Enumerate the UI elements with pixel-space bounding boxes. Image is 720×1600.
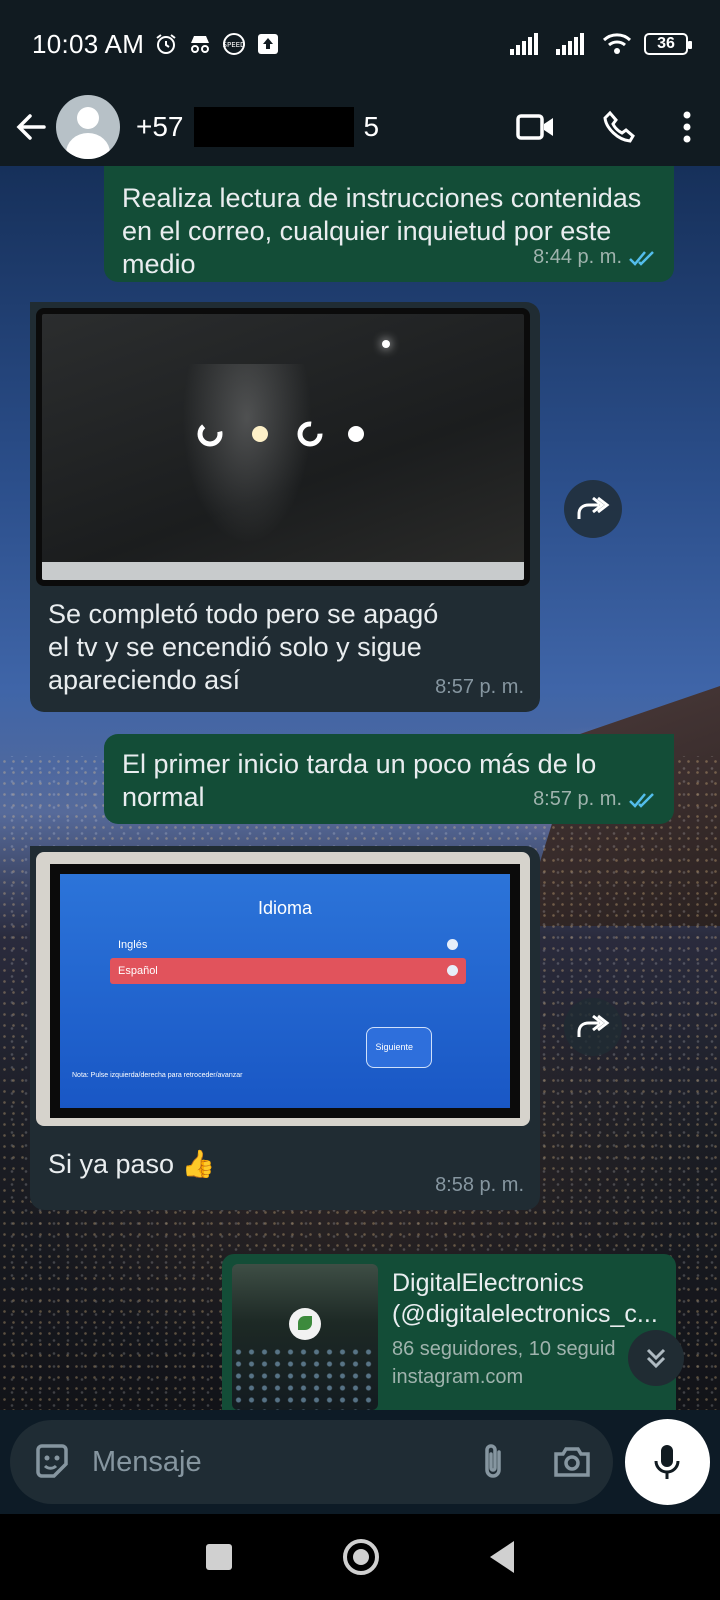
photo-floor <box>42 562 524 580</box>
message-photo[interactable] <box>36 308 530 586</box>
status-icons: SPEED <box>154 32 280 56</box>
phone-call-icon[interactable] <box>602 110 636 144</box>
link-thumbnail <box>232 1264 378 1410</box>
check-icon <box>447 965 458 976</box>
message-time: 8:58 p. m. <box>435 1174 524 1196</box>
tv-option-selected: Español <box>110 958 466 984</box>
link-description: 86 seguidores, 10 seguid <box>392 1338 616 1360</box>
header-actions <box>516 110 706 144</box>
tv-frame: Idioma Inglés Español Siguiente Nota: Pu… <box>50 864 520 1118</box>
redacted-number <box>193 107 354 147</box>
read-ticks-icon <box>629 250 654 266</box>
back-arrow-icon[interactable] <box>14 110 48 144</box>
video-call-icon[interactable] <box>516 112 556 142</box>
message-time: 8:44 p. m. <box>533 246 622 268</box>
scroll-to-bottom-button[interactable] <box>628 1330 684 1386</box>
status-bar: 10:03 AM SPEED 36 <box>0 0 720 88</box>
link-title: DigitalElectronics <box>392 1269 584 1297</box>
tv-option-label: Español <box>118 965 158 977</box>
chat-header: +57 5 <box>0 88 720 166</box>
tv-note: Nota: Pulse izquierda/derecha para retro… <box>72 1072 243 1079</box>
message-time: 8:57 p. m. <box>533 788 622 810</box>
tv-screen: Idioma Inglés Español Siguiente Nota: Pu… <box>60 874 510 1108</box>
message-incoming[interactable]: Se completó todo pero se apagó el tv y s… <box>30 302 540 712</box>
forward-button[interactable] <box>564 998 622 1056</box>
link-handle: (@digitalelectronics_c... <box>392 1300 658 1328</box>
check-icon <box>447 939 458 950</box>
home-icon[interactable] <box>342 1539 379 1575</box>
attach-icon[interactable] <box>479 1442 509 1482</box>
message-input-container[interactable] <box>10 1420 613 1504</box>
signal-icon <box>556 33 584 55</box>
message-incoming[interactable]: Idioma Inglés Español Siguiente Nota: Pu… <box>30 846 540 1210</box>
more-options-icon[interactable] <box>682 110 692 144</box>
message-input-bar <box>0 1410 720 1514</box>
message-meta: 8:44 p. m. <box>533 241 658 274</box>
double-chevron-down-icon <box>646 1348 666 1369</box>
voice-message-button[interactable] <box>624 1419 710 1505</box>
forward-icon <box>577 496 610 519</box>
svg-text:SPEED: SPEED <box>223 41 246 49</box>
wifi-icon <box>602 33 632 54</box>
sticker-icon[interactable] <box>32 1442 72 1482</box>
status-right: 36 <box>510 32 692 56</box>
status-time: 10:03 AM <box>32 28 145 59</box>
link-preview-message[interactable]: DigitalElectronics (@digitalelectronics_… <box>222 1254 676 1410</box>
link-domain: instagram.com <box>392 1366 524 1388</box>
upload-notification-icon <box>256 32 280 56</box>
message-meta: 8:57 p. m. <box>533 783 658 816</box>
battery-level: 36 <box>657 35 675 52</box>
photo-light <box>382 340 390 348</box>
incognito-icon <box>188 32 212 56</box>
forward-button[interactable] <box>564 480 622 538</box>
message-outgoing[interactable]: Realiza lectura de instrucciones conteni… <box>104 166 674 282</box>
contact-avatar[interactable] <box>56 95 120 159</box>
speed-badge-icon: SPEED <box>222 32 246 56</box>
contact-prefix: +57 <box>136 111 184 142</box>
back-icon[interactable] <box>490 1541 515 1573</box>
tv-next-button: Siguiente <box>366 1027 432 1068</box>
camera-icon[interactable] <box>553 1445 591 1479</box>
message-input[interactable] <box>92 1445 479 1479</box>
contact-name[interactable]: +57 5 <box>136 107 379 147</box>
link-preview[interactable]: DigitalElectronics (@digitalelectronics_… <box>232 1264 666 1410</box>
message-time: 8:57 p. m. <box>435 676 524 698</box>
link-info: DigitalElectronics (@digitalelectronics_… <box>392 1264 658 1400</box>
microphone-icon <box>654 1445 680 1479</box>
tv-option: Inglés <box>110 932 466 958</box>
forward-icon <box>577 1014 610 1037</box>
battery-indicator: 36 <box>644 33 692 55</box>
brand-logo <box>289 1308 321 1340</box>
message-meta: 8:57 p. m. <box>435 671 524 704</box>
loading-dots-icon <box>197 421 364 447</box>
recent-apps-icon[interactable] <box>205 1544 232 1570</box>
message-outgoing[interactable]: El primer inicio tarda un poco más de lo… <box>104 734 674 824</box>
read-ticks-icon <box>629 792 654 808</box>
system-navigation-bar <box>0 1514 720 1600</box>
alarm-icon <box>154 32 178 56</box>
signal-icon <box>510 33 538 55</box>
contact-suffix: 5 <box>363 111 380 142</box>
chat-area[interactable]: Realiza lectura de instrucciones conteni… <box>0 166 720 1410</box>
tv-option-label: Inglés <box>118 939 148 951</box>
message-meta: 8:58 p. m. <box>435 1169 524 1202</box>
thumbnail-keyboard <box>232 1346 378 1410</box>
tv-screen-title: Idioma <box>257 898 313 918</box>
message-photo[interactable]: Idioma Inglés Español Siguiente Nota: Pu… <box>36 852 530 1126</box>
